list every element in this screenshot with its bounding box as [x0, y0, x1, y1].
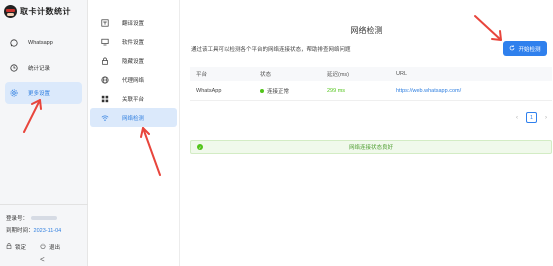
column-header-platform: 平台 [196, 72, 208, 78]
column-header-latency: 延迟(ms) [327, 72, 349, 78]
logout-label: 退出 [49, 245, 61, 251]
page-number-button[interactable]: 1 [526, 112, 537, 123]
next-page-button[interactable]: › [545, 115, 547, 121]
menu-item-label: 隐藏设置 [122, 58, 145, 65]
settings-menu: 翻译设置 软件设置 隐藏设置 代理网络 关联平台 网络检测 [88, 0, 180, 266]
expire-date: 2023-11-04 [33, 228, 62, 234]
sidebar-footer: 登录号： 到期时间：2023-11-04 锁定 退出 < [0, 204, 88, 266]
footer-actions: 锁定 退出 [6, 243, 82, 251]
collapse-sidebar-button[interactable]: < [40, 255, 45, 264]
page-description: 通过该工具可以检测各个平台的网络连接状态，帮助排查网络问题 [191, 47, 351, 53]
lock-label: 锁定 [15, 245, 27, 251]
pagination: ‹ 1 › [516, 112, 547, 123]
menu-item-label: 关联平台 [122, 96, 145, 103]
result-text: 网络连接状态良好 [348, 145, 393, 151]
expire-label: 到期时间： [6, 228, 34, 234]
menu-item-translate[interactable]: 翻译设置 [90, 13, 177, 32]
cell-latency: 299 ms [327, 87, 346, 94]
sidebar-item-whatsapp[interactable]: Whatsapp [5, 32, 82, 54]
lock-button[interactable]: 锁定 [6, 243, 26, 251]
power-icon [40, 243, 46, 251]
cell-status: 连接正常 [260, 87, 327, 95]
translate-icon [101, 18, 109, 27]
expire-info: 到期时间：2023-11-04 [6, 226, 82, 234]
grid-icon [101, 95, 109, 103]
lock-icon [6, 243, 12, 251]
network-check-panel: 网络检测 通过该工具可以检测各个平台的网络连接状态，帮助排查网络问题 开始检测 … [180, 0, 553, 266]
start-check-label: 开始检测 [518, 46, 541, 53]
table-header: 平台 状态 延迟(ms) URL [190, 67, 552, 81]
table-row: WhatsApp 连接正常 299 ms https://web.whatsap… [190, 81, 552, 101]
brand-logo [4, 4, 17, 18]
check-circle-icon: ✓ [197, 144, 203, 150]
page-title: 网络检测 [350, 26, 383, 35]
brand-title: 取卡计数统计 [20, 6, 71, 16]
globe-icon [101, 75, 109, 84]
menu-item-label: 代理网络 [122, 77, 145, 84]
cell-platform: WhatsApp [196, 87, 222, 94]
main-sidebar: 取卡计数统计 Whatsapp 统计记录 更多设置 登录号： 到期时间：2023… [0, 0, 88, 266]
gear-icon [10, 89, 18, 97]
status-text: 连接正常 [267, 88, 290, 95]
start-check-button[interactable]: 开始检测 [503, 41, 547, 56]
whatsapp-icon [10, 39, 18, 47]
menu-item-label: 软件设置 [122, 39, 145, 46]
menu-item-network-check[interactable]: 网络检测 [90, 108, 177, 127]
sidebar-item-records[interactable]: 统计记录 [5, 57, 82, 79]
menu-item-platforms[interactable]: 关联平台 [90, 89, 177, 108]
brand: 取卡计数统计 [0, 0, 87, 22]
menu-item-label: 翻译设置 [122, 20, 145, 27]
cell-url-link[interactable]: https://web.whatsapp.com/ [396, 88, 552, 94]
column-header-url: URL [396, 71, 408, 77]
sidebar-item-label: Whatsapp [28, 40, 53, 46]
logout-button[interactable]: 退出 [40, 243, 60, 251]
monitor-icon [101, 38, 109, 46]
column-header-status: 状态 [260, 72, 272, 78]
account-label: 登录号： [6, 216, 29, 222]
menu-item-proxy[interactable]: 代理网络 [90, 70, 177, 89]
wifi-icon [101, 114, 109, 122]
network-table: 平台 状态 延迟(ms) URL WhatsApp 连接正常 299 ms ht… [190, 67, 552, 101]
sidebar-item-more-settings[interactable]: 更多设置 [5, 82, 82, 104]
menu-item-software[interactable]: 软件设置 [90, 32, 177, 51]
menu-item-hidden[interactable]: 隐藏设置 [90, 51, 177, 70]
sidebar-item-label: 统计记录 [28, 66, 51, 72]
sidebar-item-label: 更多设置 [28, 91, 51, 97]
sidebar-nav: Whatsapp 统计记录 更多设置 [0, 32, 87, 104]
result-banner: ✓ 网络连接状态良好 [190, 140, 552, 154]
prev-page-button[interactable]: ‹ [516, 115, 518, 121]
menu-item-label: 网络检测 [122, 115, 145, 122]
lock-icon [101, 57, 109, 65]
refresh-icon [509, 44, 515, 53]
account-info: 登录号： [6, 214, 82, 222]
status-dot-icon [260, 88, 264, 93]
account-id-blurred [31, 216, 58, 220]
app-window: 取卡计数统计 Whatsapp 统计记录 更多设置 登录号： 到期时间：2023… [0, 0, 553, 266]
clock-icon [10, 64, 18, 72]
